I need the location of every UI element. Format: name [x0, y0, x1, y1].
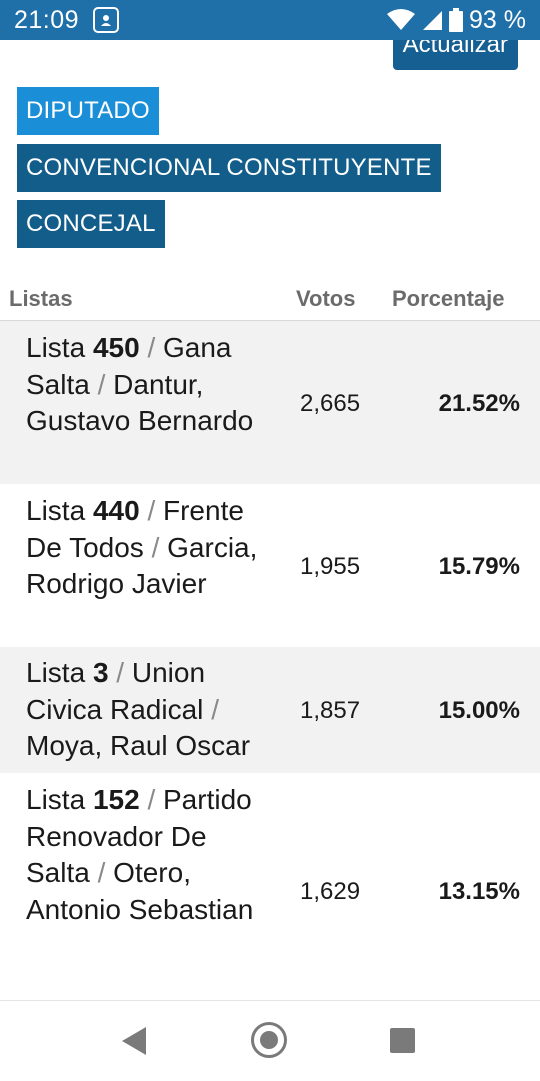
status-time: 21:09: [14, 5, 80, 34]
list-prefix: Lista: [26, 657, 86, 688]
table-row: Lista 450 / Gana Salta / Dantur, Gustavo…: [0, 321, 540, 484]
tab-concejal[interactable]: CONCEJAL: [17, 200, 165, 248]
list-prefix: Lista: [26, 495, 86, 526]
row-list-name: Lista 152 / Partido Renovador De Salta /…: [26, 784, 254, 925]
row-percentage: 15.00%: [438, 697, 520, 724]
battery-percent: 93 %: [469, 5, 526, 34]
list-prefix: Lista: [26, 784, 86, 815]
back-icon[interactable]: [122, 1027, 146, 1055]
status-bar: 21:09 93 %: [0, 0, 540, 40]
battery-icon: [449, 8, 464, 32]
row-percentage: 15.79%: [438, 553, 520, 580]
row-votes: 1,629: [300, 878, 361, 905]
tab-diputado[interactable]: DIPUTADO: [17, 87, 159, 135]
list-prefix: Lista: [26, 332, 86, 363]
list-candidate: Moya, Raul Oscar: [26, 730, 251, 761]
header-porcentaje: Porcentaje: [392, 286, 505, 311]
table-row: Lista 3 / Union Civica Radical / Moya, R…: [0, 647, 540, 773]
row-percentage: 13.15%: [438, 878, 520, 905]
status-right: 93 %: [387, 6, 526, 35]
wifi-icon: [387, 9, 416, 30]
list-number: 3: [92, 657, 109, 688]
results-table: Lista 450 / Gana Salta / Dantur, Gustavo…: [0, 320, 540, 1000]
row-votes: 2,665: [300, 390, 361, 417]
table-row: Lista 440 / Frente De Todos / Garcia, Ro…: [0, 484, 540, 647]
header-votos: Votos: [296, 286, 356, 311]
tab-convencional-constituyente[interactable]: CONVENCIONAL CONSTITUYENTE: [17, 144, 441, 192]
list-number: 440: [92, 495, 140, 526]
list-number: 450: [92, 332, 140, 363]
header-listas: Listas: [9, 286, 73, 311]
signal-icon: [423, 11, 443, 30]
row-votes: 1,857: [300, 697, 361, 724]
row-list-name: Lista 440 / Frente De Todos / Garcia, Ro…: [26, 495, 258, 599]
list-number: 152: [92, 784, 140, 815]
row-votes: 1,955: [300, 553, 361, 580]
notification-icon: [93, 7, 120, 33]
row-list-name: Lista 3 / Union Civica Radical / Moya, R…: [26, 657, 251, 761]
row-list-name: Lista 450 / Gana Salta / Dantur, Gustavo…: [26, 332, 254, 436]
android-nav-bar: [0, 1000, 540, 1081]
home-icon[interactable]: [251, 1022, 287, 1058]
recents-icon[interactable]: [390, 1028, 415, 1053]
table-row: Lista 152 / Partido Renovador De Salta /…: [0, 773, 540, 1000]
table-header: Listas Votos Porcentaje: [0, 282, 540, 320]
row-percentage: 21.52%: [438, 390, 520, 417]
